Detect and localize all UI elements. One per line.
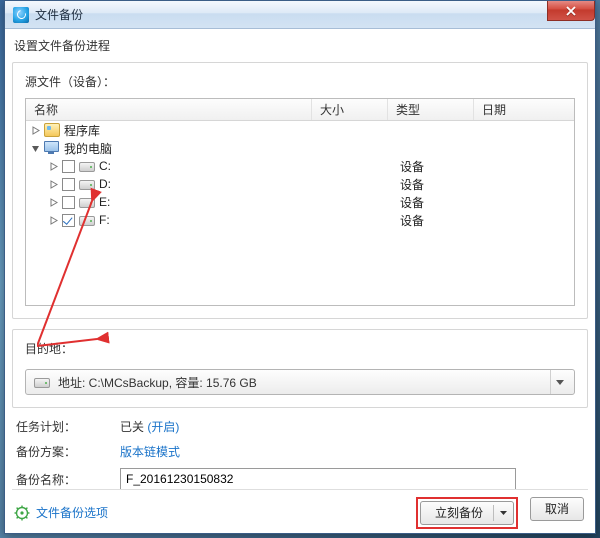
table-row[interactable]: D: 设备 — [26, 175, 574, 193]
col-size[interactable]: 大小 — [312, 99, 388, 120]
checkbox[interactable] — [62, 178, 75, 191]
node-label: D: — [99, 177, 111, 191]
node-label: 我的电脑 — [64, 140, 112, 157]
col-name[interactable]: 名称 — [26, 99, 312, 120]
cancel-label: 取消 — [545, 500, 569, 517]
chevron-down-icon — [550, 370, 568, 394]
table-header: 名称 大小 类型 日期 — [26, 99, 574, 121]
client-area: 设置文件备份进程 源文件（设备）： 名称 大小 类型 日期 程序库我的电脑 C: 设… — [12, 31, 588, 527]
table-row[interactable]: C: 设备 — [26, 157, 574, 175]
node-label: 程序库 — [64, 122, 100, 139]
dest-combo-text: 地址: C:\MCsBackup, 容量: 15.76 GB — [58, 374, 257, 391]
plan-row-task: 任务计划： 已关 (开启) — [16, 418, 584, 435]
task-label: 任务计划： — [16, 418, 120, 435]
window-frame: 文件备份 设置文件备份进程 源文件（设备）： 名称 大小 类型 日期 程序库我的… — [4, 0, 596, 534]
drive-icon — [34, 378, 50, 388]
drive-icon — [79, 162, 95, 172]
window-title: 文件备份 — [35, 6, 83, 23]
table-body: 程序库我的电脑 C: 设备 D: 设备 E: 设备 F: 设备 — [26, 121, 574, 305]
expander-icon[interactable] — [30, 143, 41, 154]
node-type: 设备 — [392, 212, 478, 229]
dest-label: 目的地： — [25, 340, 575, 357]
table-row[interactable]: 我的电脑 — [26, 139, 574, 157]
annotation-highlight: 立刻备份 — [416, 497, 518, 529]
task-value: 已关 — [120, 420, 144, 434]
expander-icon[interactable] — [48, 197, 59, 208]
chevron-down-icon — [500, 511, 507, 515]
titlebar: 文件备份 — [5, 1, 595, 29]
scheme-link[interactable]: 版本链模式 — [120, 443, 180, 460]
checkbox[interactable] — [62, 214, 75, 227]
expander-icon[interactable] — [48, 161, 59, 172]
plan-row-name: 备份名称： — [16, 468, 584, 490]
backup-now-label: 立刻备份 — [435, 504, 483, 521]
name-label: 备份名称： — [16, 471, 120, 488]
backup-now-button[interactable]: 立刻备份 — [420, 501, 514, 525]
drive-icon — [79, 198, 95, 208]
expander-icon[interactable] — [48, 179, 59, 190]
source-label: 源文件（设备）： — [25, 73, 575, 90]
close-button[interactable] — [547, 1, 595, 21]
source-group: 源文件（设备）： 名称 大小 类型 日期 程序库我的电脑 C: 设备 D: 设备 E: 设备… — [12, 62, 588, 319]
drive-icon — [79, 180, 95, 190]
window-buttons — [547, 1, 595, 21]
node-label: E: — [99, 195, 110, 209]
scheme-label: 备份方案： — [16, 443, 120, 460]
table-row[interactable]: E: 设备 — [26, 193, 574, 211]
pc-icon — [44, 141, 60, 155]
plan-row-scheme: 备份方案： 版本链模式 — [16, 443, 584, 460]
gear-icon — [14, 505, 30, 521]
expander-icon[interactable] — [30, 125, 41, 136]
node-label: F: — [99, 213, 110, 227]
cancel-button[interactable]: 取消 — [530, 497, 584, 521]
lib-icon — [44, 123, 60, 137]
expander-icon[interactable] — [48, 215, 59, 226]
plan-section: 任务计划： 已关 (开启) 备份方案： 版本链模式 备份名称： — [12, 418, 588, 490]
footer: 文件备份选项 立刻备份 取消 — [12, 489, 588, 527]
close-icon — [565, 6, 577, 16]
backup-name-input[interactable] — [120, 468, 516, 490]
task-open-link[interactable]: (开启) — [147, 420, 179, 434]
col-date[interactable]: 日期 — [474, 99, 574, 120]
app-icon — [13, 7, 29, 23]
node-label: C: — [99, 159, 111, 173]
checkbox[interactable] — [62, 196, 75, 209]
dest-combo[interactable]: 地址: C:\MCsBackup, 容量: 15.76 GB — [25, 369, 575, 395]
page-heading: 设置文件备份进程 — [14, 37, 586, 54]
drive-icon — [79, 216, 95, 226]
checkbox[interactable] — [62, 160, 75, 173]
node-type: 设备 — [392, 176, 478, 193]
table-row[interactable]: 程序库 — [26, 121, 574, 139]
split-separator — [493, 505, 494, 521]
node-type: 设备 — [392, 194, 478, 211]
col-type[interactable]: 类型 — [388, 99, 474, 120]
source-tree-table[interactable]: 名称 大小 类型 日期 程序库我的电脑 C: 设备 D: 设备 E: 设备 F: 设备 — [25, 98, 575, 306]
dest-group: 目的地： 地址: C:\MCsBackup, 容量: 15.76 GB — [12, 329, 588, 408]
node-type: 设备 — [392, 158, 478, 175]
backup-options-link[interactable]: 文件备份选项 — [36, 504, 108, 521]
table-row[interactable]: F: 设备 — [26, 211, 574, 229]
